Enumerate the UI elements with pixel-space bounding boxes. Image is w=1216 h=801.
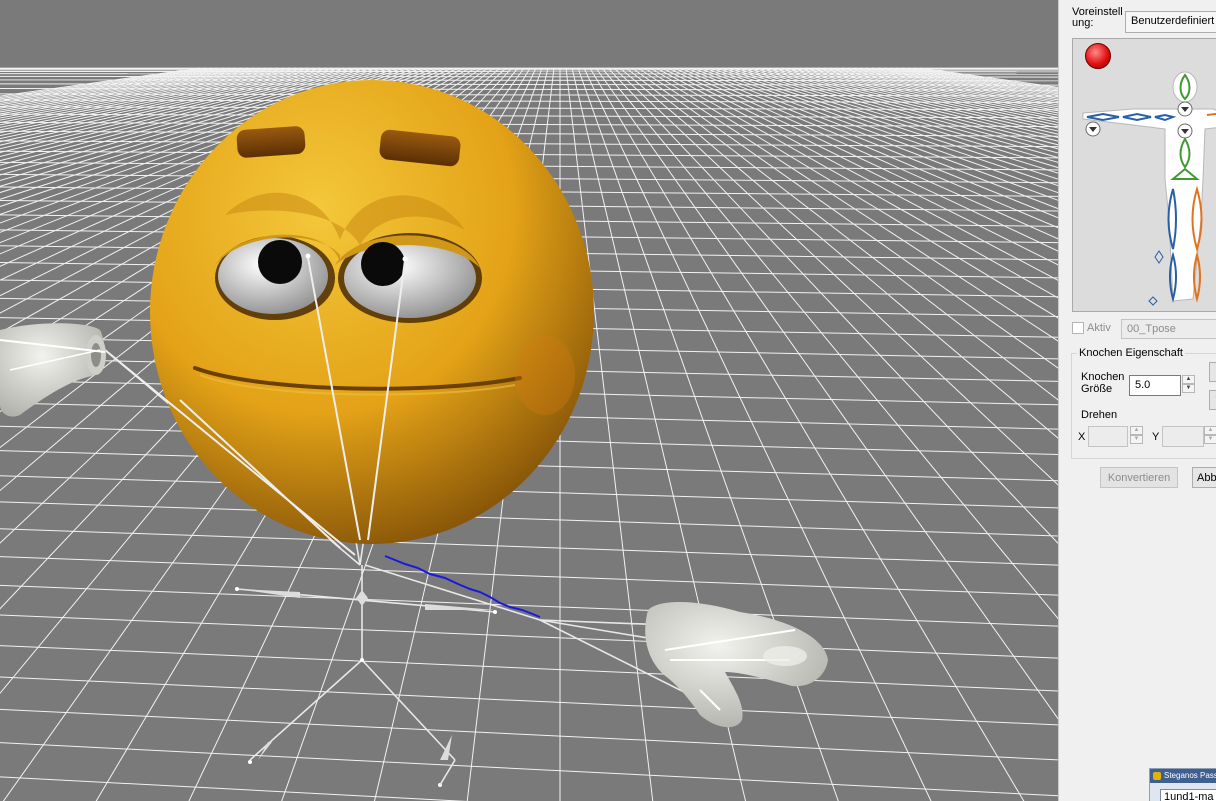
spin-down-icon[interactable]: ▼: [1182, 384, 1195, 393]
3d-viewport[interactable]: [0, 0, 1058, 801]
side-button-2[interactable]: T: [1209, 390, 1216, 410]
popup-titlebar: Steganos Passw: [1150, 769, 1216, 783]
body-silhouette: [1082, 71, 1216, 306]
rotate-x-spinner[interactable]: ▲ ▼: [1130, 426, 1143, 444]
preset-dropdown[interactable]: Benutzerdefiniert: [1125, 11, 1216, 33]
emoticon-face[interactable]: [150, 80, 594, 544]
active-label: Aktiv: [1087, 322, 1111, 334]
app-icon: [1153, 772, 1161, 780]
popup-entry[interactable]: 1und1-ma: [1160, 789, 1216, 801]
bone-properties-title: Knochen Eigenschaft: [1077, 347, 1185, 359]
rotate-x-input[interactable]: [1088, 426, 1128, 447]
skeleton-figure-selector[interactable]: [1072, 38, 1216, 312]
scene-canvas[interactable]: [0, 0, 1058, 801]
eye-joint-right[interactable]: [402, 256, 408, 262]
active-checkbox[interactable]: [1072, 322, 1084, 334]
bone-size-input[interactable]: 5.0: [1129, 375, 1181, 396]
eye-joint-left[interactable]: [305, 253, 311, 259]
popup-title: Steganos Passw: [1164, 771, 1216, 780]
side-button-1[interactable]: [1209, 362, 1216, 382]
bone-size-spinner[interactable]: ▲ ▼: [1182, 375, 1195, 393]
rotate-y-spinner[interactable]: ▲ ▼: [1204, 426, 1216, 444]
rotate-label: Drehen: [1081, 409, 1118, 421]
spin-up-icon[interactable]: ▲: [1204, 426, 1216, 435]
spin-up-icon[interactable]: ▲: [1130, 426, 1143, 435]
rotate-x-label: X: [1078, 431, 1086, 443]
rotate-y-input[interactable]: [1162, 426, 1204, 447]
pose-field[interactable]: 00_Tpose: [1121, 319, 1216, 339]
spin-down-icon[interactable]: ▼: [1130, 435, 1143, 444]
password-manager-popup[interactable]: Steganos Passw 1und1-ma: [1149, 768, 1216, 801]
spin-down-icon[interactable]: ▼: [1204, 435, 1216, 444]
convert-button[interactable]: Konvertieren: [1100, 467, 1178, 488]
cancel-button[interactable]: Abbr: [1192, 467, 1216, 488]
character-properties-panel: Voreinstellung: Benutzerdefiniert Aktiv …: [1058, 0, 1216, 801]
preset-label: Voreinstellung:: [1072, 6, 1123, 29]
spin-up-icon[interactable]: ▲: [1182, 375, 1195, 384]
rotate-y-label: Y: [1152, 431, 1160, 443]
bone-size-label: Knochen Größe: [1081, 371, 1125, 395]
